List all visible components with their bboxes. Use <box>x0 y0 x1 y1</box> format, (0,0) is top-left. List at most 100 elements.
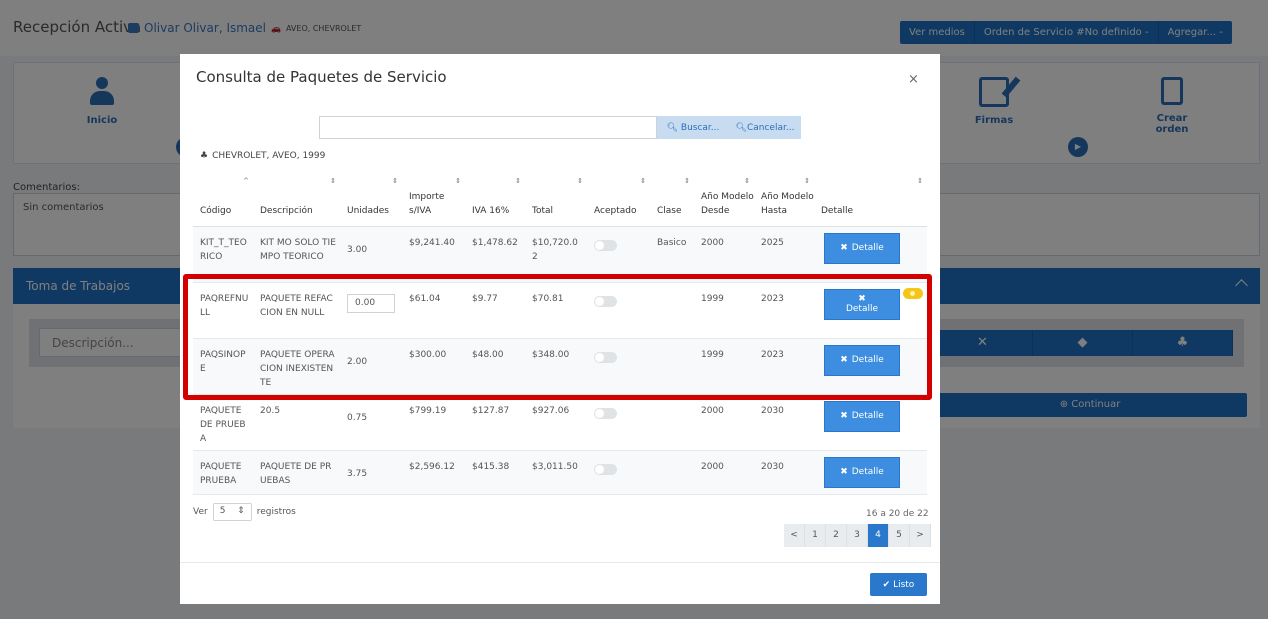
sort-icon: ⇕ <box>917 177 923 185</box>
column-header[interactable]: ⇕ Clase <box>650 172 694 227</box>
cell-class <box>650 338 694 395</box>
detail-button[interactable]: ✖ Detalle <box>824 400 900 432</box>
cell-detail: ✖ Detalle <box>814 338 927 395</box>
search-actions: 🔍︎ Buscar... 🔍︎Cancelar... <box>657 116 801 139</box>
column-label: Clase <box>657 205 682 216</box>
column-label: Año Modelo Hasta <box>761 191 814 216</box>
column-header[interactable]: ⇕ Detalle <box>814 172 927 227</box>
page-1[interactable]: 1 <box>805 524 826 547</box>
cell-code: PAQUETE DE PRUEBA <box>193 394 253 451</box>
cell-description: 20.5 <box>253 394 340 451</box>
sort-icon: ⇕ <box>455 177 461 185</box>
detail-label: Detalle <box>851 355 884 365</box>
cell-total: $348.00 <box>525 338 587 395</box>
column-header[interactable]: ⇕ Descripción <box>253 172 340 227</box>
column-header[interactable]: ⇕ Unidades <box>340 172 402 227</box>
vehicle-line: ♣ CHEVROLET, AVEO, 1999 <box>200 151 325 161</box>
sort-icon: ⇕ <box>804 177 810 185</box>
search-button[interactable]: 🔍︎ Buscar... <box>657 116 729 139</box>
column-header[interactable]: ⇕ Importe s/IVA <box>402 172 465 227</box>
accepted-toggle[interactable] <box>594 239 617 251</box>
cancel-search-button[interactable]: 🔍︎Cancelar... <box>729 116 801 139</box>
detail-button[interactable]: ✖ Detalle <box>824 344 900 376</box>
table-row: PAQSINOPE PAQUETE OPERACION INEXISTENTE … <box>193 338 927 395</box>
page-4[interactable]: 4 <box>868 524 889 547</box>
cell-accepted <box>587 450 650 495</box>
search-icon: 🔍︎ <box>666 122 679 133</box>
cancel-label: Cancelar... <box>746 122 795 133</box>
accepted-toggle[interactable] <box>594 463 617 475</box>
detail-label: Detalle <box>845 304 879 314</box>
column-label: Aceptado <box>594 205 637 216</box>
detail-button[interactable]: ✖ Detalle <box>824 288 900 320</box>
page-2[interactable]: 2 <box>826 524 847 547</box>
cell-detail: ✖ Detalle <box>814 226 927 283</box>
sort-icon: ⇕ <box>330 177 336 185</box>
units-input[interactable] <box>347 293 395 313</box>
page-3[interactable]: 3 <box>847 524 868 547</box>
cell-iva: $415.38 <box>465 450 525 495</box>
cell-year-from: 1999 <box>694 338 754 395</box>
column-header[interactable]: ⇕ Total <box>525 172 587 227</box>
cell-importe: $61.04 <box>402 282 465 339</box>
units-value: 2.00 <box>347 356 368 367</box>
sort-icon: ⇕ <box>684 177 690 185</box>
detail-label: Detalle <box>851 467 884 477</box>
column-label: Total <box>532 205 554 216</box>
search-input[interactable] <box>319 116 657 139</box>
table-header-row: ^ Código ⇕ Descripción ⇕ Unidades ⇕ Importe … <box>193 172 927 227</box>
accepted-toggle[interactable] <box>594 407 617 419</box>
chevron-updown-icon: ⇕ <box>237 506 245 516</box>
page-size-select[interactable]: 5 ⇕ <box>212 503 252 521</box>
accepted-toggle[interactable] <box>594 351 617 363</box>
cell-class <box>650 282 694 339</box>
check-icon: ✔ <box>882 579 891 590</box>
detail-button[interactable]: ✖ Detalle <box>824 456 900 488</box>
column-label: Código <box>200 205 232 216</box>
cell-year-to: 2025 <box>754 226 814 283</box>
packages-table: ^ Código ⇕ Descripción ⇕ Unidades ⇕ Importe … <box>193 172 927 495</box>
cell-total: $10,720.02 <box>525 226 587 283</box>
sort-icon: ⇕ <box>744 177 750 185</box>
cell-code: PAQREFNULL <box>193 282 253 339</box>
cell-class <box>650 450 694 495</box>
sort-icon: ⇕ <box>515 177 521 185</box>
cell-total: $3,011.50 <box>525 450 587 495</box>
page-5[interactable]: 5 <box>889 524 910 547</box>
column-header[interactable]: ⇕ Año Modelo Hasta <box>754 172 814 227</box>
table-row: PAQUETE PRUEBA PAQUETE DE PRUEBAS 3.75 $… <box>193 450 927 495</box>
column-header[interactable]: ^ Código <box>193 172 253 227</box>
units-value: 3.75 <box>347 468 368 479</box>
column-label: Importe s/IVA <box>409 191 445 216</box>
column-header[interactable]: ⇕ Aceptado <box>587 172 650 227</box>
cell-year-from: 1999 <box>694 282 754 339</box>
cell-total: $70.81 <box>525 282 587 339</box>
cell-units: 3.00 <box>340 226 402 283</box>
table-row: PAQREFNULL PAQUETE REFACCION EN NULL $61… <box>193 282 927 339</box>
accepted-toggle[interactable] <box>594 295 617 307</box>
close-icon[interactable]: × <box>908 72 919 87</box>
ver-label: Ver <box>193 507 208 517</box>
tools-icon: ✖ <box>858 294 866 304</box>
column-header[interactable]: ⇕ IVA 16% <box>465 172 525 227</box>
column-header[interactable]: ⇕ Año Modelo Desde <box>694 172 754 227</box>
tools-icon: ✖ <box>840 243 848 253</box>
column-label: Descripción <box>260 205 313 216</box>
cell-importe: $9,241.40 <box>402 226 465 283</box>
tools-icon: ✖ <box>840 411 848 421</box>
page-prev[interactable]: < <box>784 524 805 547</box>
detail-button[interactable]: ✖ Detalle <box>824 232 900 264</box>
cell-units: 3.75 <box>340 450 402 495</box>
cell-year-to: 2030 <box>754 450 814 495</box>
page-info: 16 a 20 de 22 <box>866 509 929 519</box>
done-button[interactable]: ✔ Listo <box>870 573 927 596</box>
cell-units: 2.00 <box>340 338 402 395</box>
table-row: PAQUETE DE PRUEBA 20.5 0.75 $799.19 $127… <box>193 394 927 451</box>
vehicle-text: CHEVROLET, AVEO, 1999 <box>212 151 326 161</box>
cell-description: PAQUETE REFACCION EN NULL <box>253 282 340 339</box>
cell-class: Basico <box>650 226 694 283</box>
cell-total: $927.06 <box>525 394 587 451</box>
units-value: 3.00 <box>347 244 368 255</box>
page-next[interactable]: > <box>910 524 931 547</box>
cell-iva: $1,478.62 <box>465 226 525 283</box>
